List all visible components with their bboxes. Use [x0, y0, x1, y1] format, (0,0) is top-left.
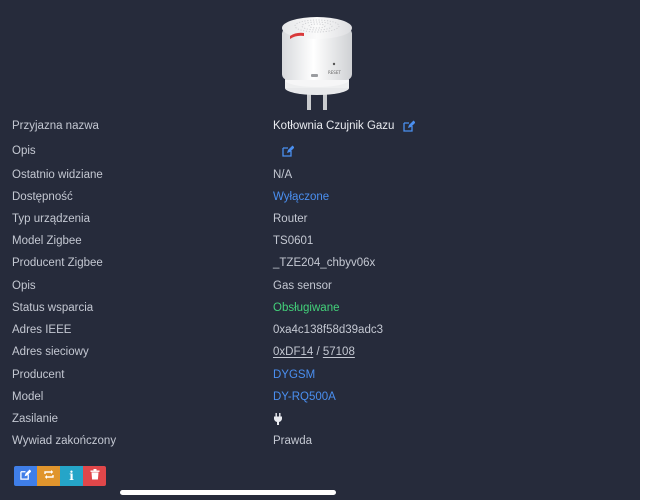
power-source-value	[273, 413, 283, 425]
interview-button[interactable]: i	[60, 466, 83, 486]
network-address-separator: /	[313, 346, 323, 358]
friendly-name-value: Kotłownia Czujnik Gazu	[273, 120, 416, 132]
support-status-value: Obsługiwane	[273, 302, 340, 314]
manufacturer-link[interactable]: DYGSM	[273, 369, 315, 381]
network-address-hex[interactable]: 0xDF14	[273, 346, 313, 358]
device-image: RESET	[276, 14, 360, 118]
info-icon: i	[69, 469, 74, 483]
row-manufacturer: Producent DYGSM	[0, 365, 640, 387]
row-network-address: Adres sieciowy 0xDF14 / 57108	[0, 342, 640, 364]
zigbee-model-value: TS0601	[273, 235, 314, 247]
row-zigbee-model: Model Zigbee TS0601	[0, 231, 640, 253]
device-type-value: Router	[273, 213, 308, 225]
row-support-status: Status wsparcia Obsługiwane	[0, 298, 640, 320]
zigbee-manufacturer-value: _TZE204_chbyv06x	[273, 257, 376, 269]
reset-label: RESET	[328, 70, 341, 75]
description-value	[273, 145, 295, 157]
row-ieee-address: Adres IEEE 0xa4c138f58d39adc3	[0, 320, 640, 342]
friendly-name-label: Przyjazna nazwa	[12, 120, 99, 132]
row-device-description: Opis Gas sensor	[0, 276, 640, 298]
device-type-label: Typ urządzenia	[12, 213, 90, 225]
zigbee-manufacturer-label: Producent Zigbee	[12, 257, 103, 269]
refresh-icon	[43, 467, 55, 485]
model-link[interactable]: DY-RQ500A	[273, 391, 336, 403]
trash-icon	[90, 467, 100, 485]
zigbee-model-label: Model Zigbee	[12, 235, 82, 247]
row-description: Opis	[0, 141, 640, 163]
row-interview-completed: Wywiad zakończony Prawda	[0, 431, 640, 453]
reconfigure-button[interactable]	[37, 466, 60, 486]
remove-button[interactable]	[83, 466, 106, 486]
support-status-label: Status wsparcia	[12, 302, 94, 314]
edit-icon	[20, 467, 32, 485]
plug-icon	[273, 413, 283, 425]
manufacturer-label: Producent	[12, 369, 65, 381]
network-address-dec[interactable]: 57108	[323, 346, 355, 358]
row-device-type: Typ urządzenia Router	[0, 209, 640, 231]
last-seen-value: N/A	[273, 169, 293, 181]
model-label: Model	[12, 391, 44, 403]
row-friendly-name: Przyjazna nazwa Kotłownia Czujnik Gazu	[0, 116, 640, 138]
ieee-address-label: Adres IEEE	[12, 324, 72, 336]
row-power-source: Zasilanie	[0, 409, 640, 431]
edit-friendly-name-icon[interactable]	[403, 120, 416, 132]
ieee-address-value: 0xa4c138f58d39adc3	[273, 324, 383, 336]
interview-completed-label: Wywiad zakończony	[12, 435, 117, 447]
row-availability: Dostępność Wyłączone	[0, 187, 640, 209]
row-last-seen: Ostatnio widziane N/A	[0, 165, 640, 187]
rename-button[interactable]	[14, 466, 37, 486]
friendly-name-text: Kotłownia Czujnik Gazu	[273, 120, 395, 132]
window-edge	[640, 0, 648, 500]
interview-completed-value: Prawda	[273, 435, 312, 447]
device-description-label: Opis	[12, 280, 36, 292]
device-description-value: Gas sensor	[273, 280, 332, 292]
availability-link[interactable]: Wyłączone	[273, 191, 329, 203]
device-actions-toolbar: i	[14, 466, 106, 486]
row-model: Model DY-RQ500A	[0, 387, 640, 409]
edit-description-icon[interactable]	[282, 145, 295, 157]
row-zigbee-manufacturer: Producent Zigbee _TZE204_chbyv06x	[0, 253, 640, 275]
network-address-value: 0xDF14 / 57108	[273, 346, 355, 358]
network-address-label: Adres sieciowy	[12, 346, 89, 358]
availability-label: Dostępność	[12, 191, 73, 203]
home-indicator	[120, 490, 336, 495]
last-seen-label: Ostatnio widziane	[12, 169, 103, 181]
power-source-label: Zasilanie	[12, 413, 59, 425]
description-label: Opis	[12, 145, 36, 157]
